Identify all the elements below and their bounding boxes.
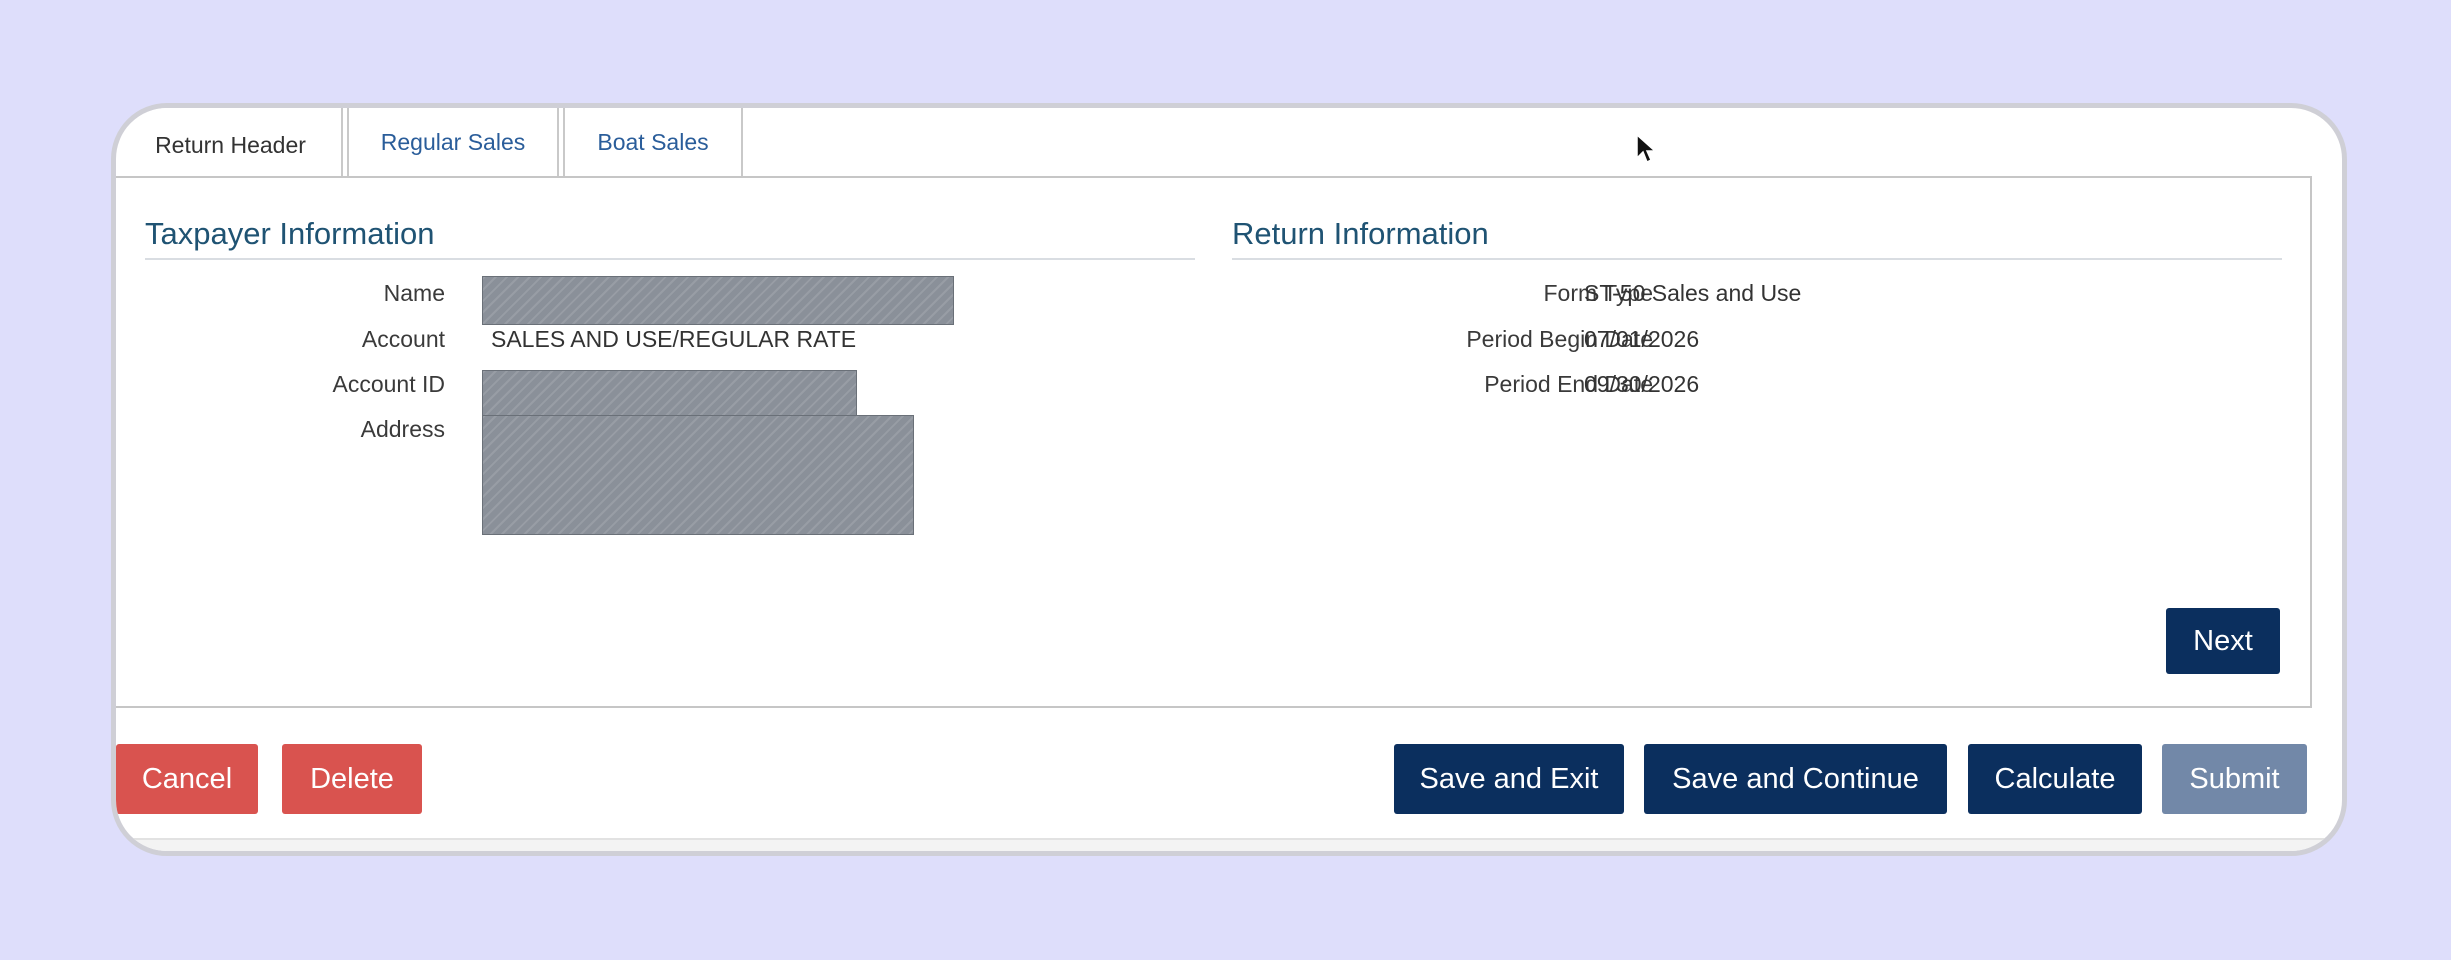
form-type-value: ST-50 Sales and Use [1584, 280, 1802, 306]
cancel-button[interactable]: Cancel [116, 744, 258, 814]
account-label: Account [361, 326, 445, 352]
account-value: SALES AND USE/REGULAR RATE [491, 326, 857, 352]
return-header-panel: Taxpayer Information Name Account SALES … [116, 176, 2312, 708]
tab-regular-sales[interactable]: Regular Sales [347, 108, 559, 176]
tab-boat-sales[interactable]: Boat Sales [563, 108, 743, 176]
taxpayer-section-divider [145, 258, 1195, 260]
name-label: Name [383, 280, 445, 306]
tab-return-header[interactable]: Return Header [120, 108, 343, 182]
taxpayer-information-heading: Taxpayer Information [145, 216, 435, 251]
address-label: Address [360, 416, 445, 442]
tab-bar: Return Header Regular Sales Boat Sales [116, 108, 747, 182]
name-redacted [482, 276, 954, 325]
return-section-divider [1232, 258, 2282, 260]
mouse-pointer-icon [1636, 134, 1656, 164]
period-end-date-value: 09/30/2026 [1584, 371, 1700, 397]
calculate-button[interactable]: Calculate [1968, 744, 2142, 814]
address-redacted [482, 415, 914, 535]
period-begin-date-value: 07/01/2026 [1584, 326, 1700, 352]
tax-return-window: Return Header Regular Sales Boat Sales T… [111, 103, 2347, 856]
submit-button[interactable]: Submit [2162, 744, 2307, 814]
account-id-redacted [482, 370, 857, 416]
save-and-exit-button[interactable]: Save and Exit [1394, 744, 1624, 814]
footer-strip [116, 838, 2342, 851]
save-and-continue-button[interactable]: Save and Continue [1644, 744, 1947, 814]
next-button[interactable]: Next [2166, 608, 2280, 674]
account-id-label: Account ID [332, 371, 446, 397]
delete-button[interactable]: Delete [282, 744, 422, 814]
return-information-heading: Return Information [1232, 216, 1489, 251]
